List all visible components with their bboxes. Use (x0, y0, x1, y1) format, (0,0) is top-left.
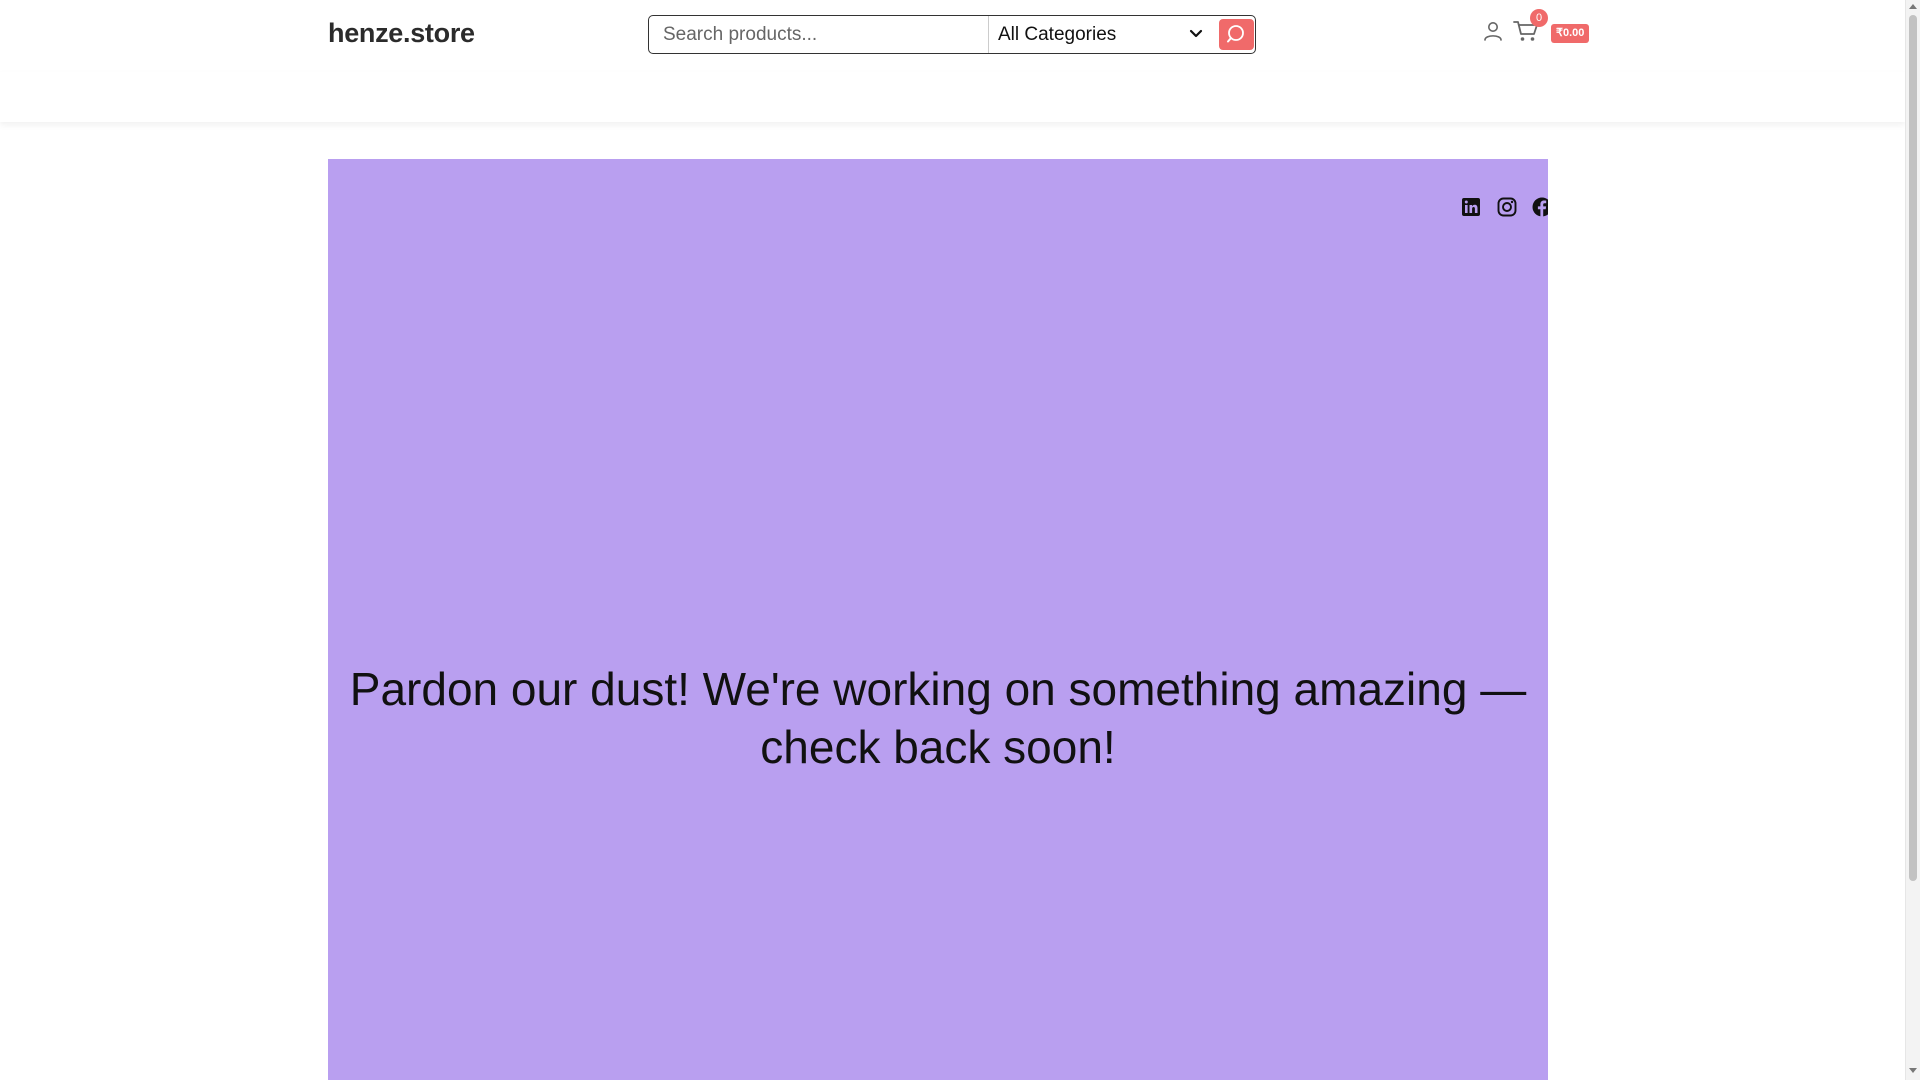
facebook-icon[interactable] (1531, 196, 1548, 218)
category-select[interactable]: All Categories (989, 16, 1211, 53)
linkedin-icon[interactable] (1460, 196, 1482, 218)
user-icon[interactable] (1482, 20, 1504, 42)
chevron-down-icon (1189, 29, 1203, 38)
scroll-up-arrow-icon[interactable] (1909, 4, 1917, 9)
search-input[interactable] (649, 16, 987, 53)
page: henze.store All Categories (0, 0, 1905, 1080)
category-selected-label: All Categories (998, 24, 1117, 45)
scroll-down-arrow-icon[interactable] (1909, 1068, 1917, 1073)
hero-section: re Pardon our dust! We're working on som… (328, 159, 1548, 1080)
instagram-icon[interactable] (1496, 196, 1518, 218)
hero-heading: Pardon our dust! We're working on someth… (349, 663, 1527, 773)
cart-count-badge: 0 (1530, 9, 1548, 27)
navigation-bar (0, 72, 1905, 122)
product-search-form: All Categories (648, 15, 1256, 54)
search-icon (1227, 25, 1244, 43)
search-button[interactable] (1219, 19, 1254, 50)
site-logo[interactable]: henze.store (328, 18, 475, 49)
scroll-thumb[interactable] (1909, 15, 1917, 881)
site-header: henze.store All Categories (0, 0, 1905, 73)
cart-total-badge[interactable]: ₹0.00 (1551, 24, 1590, 43)
page-scrollbar[interactable] (1905, 0, 1920, 1080)
